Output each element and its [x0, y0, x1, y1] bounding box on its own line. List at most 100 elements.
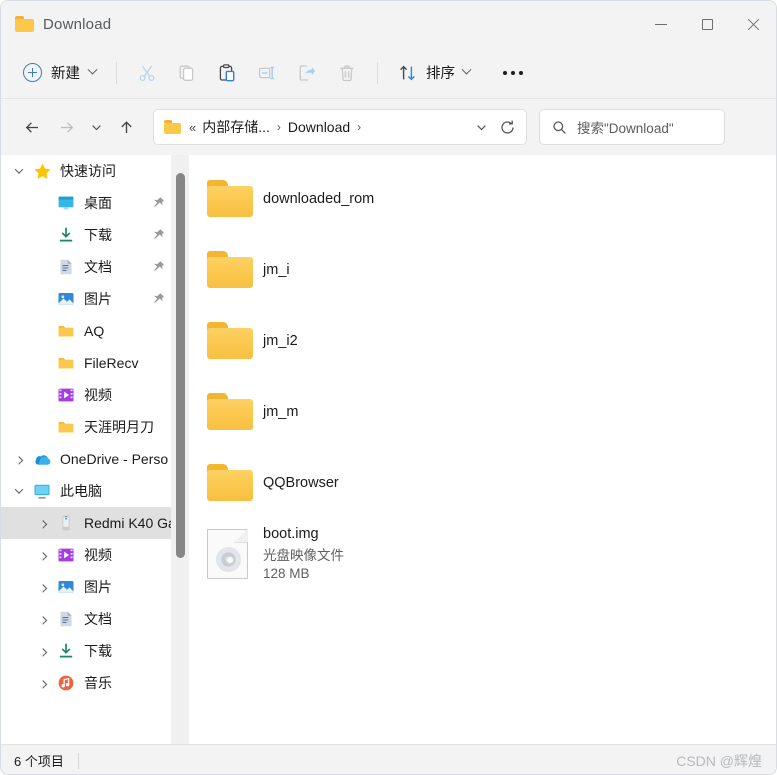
minimize-icon — [655, 23, 667, 25]
sidebar-item-label: 文档 — [84, 611, 112, 627]
download-icon — [55, 226, 77, 244]
forward-button[interactable] — [49, 110, 83, 144]
chevron-right-icon[interactable] — [31, 680, 55, 689]
sidebar-item-Redmi K40 Gam[interactable]: Redmi K40 Gam — [1, 507, 189, 539]
chevron-right-icon[interactable] — [31, 648, 55, 657]
chevron-down-icon — [87, 64, 98, 75]
recent-locations-button[interactable] — [83, 110, 109, 144]
sort-button[interactable]: 排序 — [388, 56, 480, 89]
picture-icon — [55, 578, 77, 596]
cut-button[interactable] — [127, 55, 167, 91]
minimize-button[interactable] — [638, 1, 684, 47]
pin-icon[interactable] — [152, 260, 165, 278]
refresh-button[interactable] — [494, 112, 520, 142]
sidebar-item-桌面[interactable]: 桌面 — [1, 187, 189, 219]
sidebar-item-下载[interactable]: 下载 — [1, 635, 189, 667]
share-button[interactable] — [287, 55, 327, 91]
chevron-right-icon[interactable] — [31, 520, 55, 529]
sidebar-item-图片[interactable]: 图片 — [1, 283, 189, 315]
file-list-item[interactable]: QQBrowser — [190, 447, 776, 518]
rename-button[interactable] — [247, 55, 287, 91]
explorer-body: 快速访问 桌面 下载 文档 图片 AQ FileRecv 视频 天涯明月刀 OneDrive - … — [1, 155, 776, 744]
sidebar-item-label: 下载 — [84, 227, 112, 243]
sidebar-item-音乐[interactable]: 音乐 — [1, 667, 189, 699]
maximize-button[interactable] — [684, 1, 730, 47]
breadcrumb-segment-0[interactable]: 内部存储... — [202, 117, 270, 137]
sidebar-item-文档[interactable]: 文档 — [1, 603, 189, 635]
sidebar-item-此电脑[interactable]: 此电脑 — [1, 475, 189, 507]
file-list-item[interactable]: jm_m — [190, 376, 776, 447]
sidebar-item-文档[interactable]: 文档 — [1, 251, 189, 283]
pin-icon — [154, 261, 164, 271]
sidebar-item-FileRecv[interactable]: FileRecv — [1, 347, 189, 379]
sidebar-item-AQ[interactable]: AQ — [1, 315, 189, 347]
toolbar-divider-2 — [377, 61, 378, 84]
sidebar-item-label: 此电脑 — [60, 483, 102, 499]
breadcrumb-separator-end: › — [357, 120, 362, 134]
picture-icon — [58, 581, 74, 593]
breadcrumb[interactable]: « 内部存储... › Download › — [153, 109, 527, 145]
chevron-down-icon[interactable] — [7, 485, 31, 494]
sidebar-item-label: 图片 — [84, 579, 112, 595]
see-more-button[interactable] — [494, 55, 532, 91]
title-bar: Download — [1, 1, 776, 47]
file-item-text: QQBrowser — [263, 475, 339, 491]
watermark: CSDN @辉煌 — [676, 752, 762, 769]
refresh-icon — [500, 120, 514, 134]
delete-button[interactable] — [327, 55, 367, 91]
chevron-down-icon[interactable] — [7, 165, 31, 174]
search-placeholder: 搜索"Download" — [577, 121, 674, 136]
plus-circle-icon — [23, 63, 42, 82]
clipboard-paste-icon — [219, 63, 235, 81]
up-button[interactable] — [109, 110, 143, 144]
folder-icon — [55, 354, 77, 372]
ellipsis-icon — [511, 70, 515, 75]
navigation-pane: 快速访问 桌面 下载 文档 图片 AQ FileRecv 视频 天涯明月刀 OneDrive - … — [1, 155, 190, 744]
chevron-right-icon[interactable] — [7, 456, 31, 465]
sidebar-item-下载[interactable]: 下载 — [1, 219, 189, 251]
paste-button[interactable] — [207, 55, 247, 91]
chevron-down-icon — [476, 124, 486, 130]
sidebar-scrollbar[interactable] — [171, 155, 189, 744]
file-name: boot.img — [263, 526, 319, 542]
sidebar-item-快速访问[interactable]: 快速访问 — [1, 155, 189, 187]
folder-icon — [55, 418, 77, 436]
address-dropdown-button[interactable] — [468, 112, 494, 142]
pin-icon — [154, 197, 164, 207]
file-list-item[interactable]: jm_i2 — [190, 305, 776, 376]
sidebar-item-图片[interactable]: 图片 — [1, 571, 189, 603]
pin-icon[interactable] — [152, 292, 165, 310]
search-icon — [553, 120, 566, 134]
sidebar-scrollbar-thumb[interactable] — [176, 173, 185, 558]
folder-icon — [55, 322, 77, 340]
document-icon — [60, 611, 72, 627]
sidebar-item-OneDrive - Perso[interactable]: OneDrive - Perso — [1, 443, 189, 475]
breadcrumb-overflow[interactable]: « — [189, 120, 196, 135]
sidebar-item-label: 视频 — [84, 547, 112, 563]
pin-icon[interactable] — [152, 196, 165, 214]
file-list-item[interactable]: boot.img 光盘映像文件 128 MB — [190, 518, 776, 589]
sidebar-item-label: 下载 — [84, 643, 112, 659]
sidebar-item-视频[interactable]: 视频 — [1, 379, 189, 411]
breadcrumb-segment-1[interactable]: Download — [288, 119, 350, 135]
chevron-right-icon[interactable] — [31, 552, 55, 561]
search-input[interactable]: 搜索"Download" — [539, 109, 725, 145]
file-list-item[interactable]: jm_i — [190, 234, 776, 305]
sidebar-item-天涯明月刀[interactable]: 天涯明月刀 — [1, 411, 189, 443]
item-count: 6 个项目 — [14, 754, 64, 769]
back-button[interactable] — [15, 110, 49, 144]
file-kind: 光盘映像文件 — [263, 548, 344, 563]
new-button[interactable]: 新建 — [15, 56, 106, 89]
window-controls — [638, 1, 776, 47]
pin-icon[interactable] — [152, 228, 165, 246]
sidebar-item-label: 快速访问 — [60, 163, 116, 179]
file-list-item[interactable]: downloaded_rom — [190, 163, 776, 234]
chevron-right-icon[interactable] — [31, 584, 55, 593]
sidebar-item-视频[interactable]: 视频 — [1, 539, 189, 571]
chevron-right-icon[interactable] — [31, 616, 55, 625]
folder-icon — [15, 16, 34, 32]
folder-icon — [207, 322, 263, 359]
disc-image-file-icon — [207, 528, 263, 579]
copy-button[interactable] — [167, 55, 207, 91]
close-button[interactable] — [730, 1, 776, 47]
